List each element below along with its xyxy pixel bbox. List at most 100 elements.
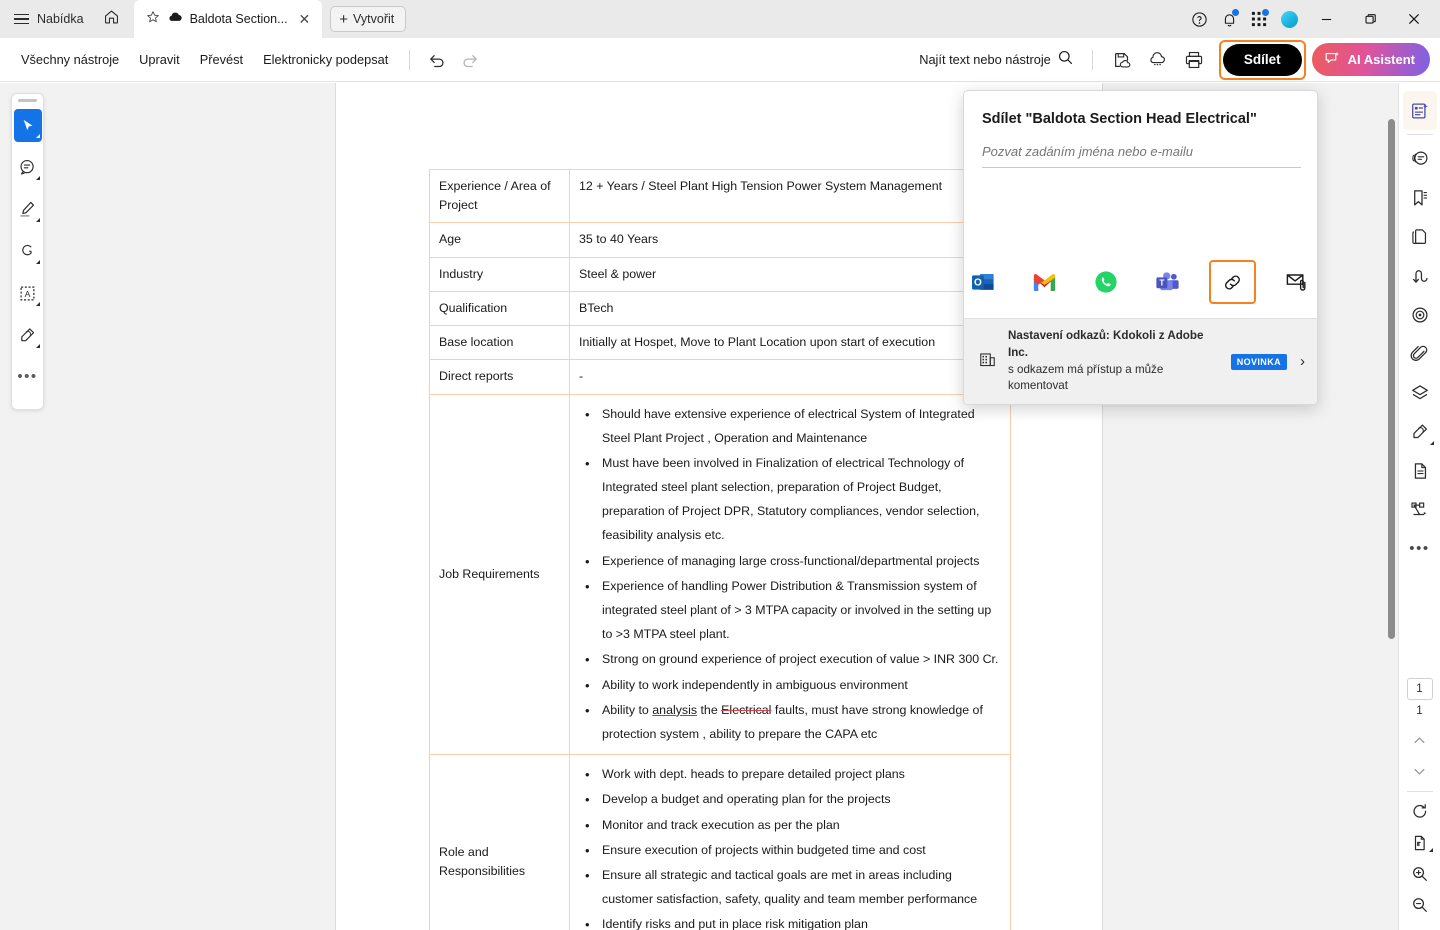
document-icon[interactable] (1403, 451, 1437, 490)
list-item: Should have extensive experience of elec… (579, 402, 1001, 450)
right-rail-more-button[interactable]: ••• (1403, 529, 1437, 568)
home-button[interactable] (94, 0, 130, 38)
page-up-icon[interactable] (1404, 725, 1436, 756)
zoom-out-icon[interactable] (1404, 889, 1436, 920)
list-item: Develop a budget and operating plan for … (579, 787, 1001, 813)
document-tab[interactable]: Baldota Section... ✕ (133, 0, 323, 38)
tool-convert[interactable]: Převést (191, 47, 252, 72)
row-value: BTech (569, 290, 1011, 327)
link-settings-text: Nastavení odkazů: Kdokoli z Adobe Inc. s… (1008, 328, 1220, 395)
comment-tool[interactable] (14, 151, 42, 184)
more-tools-label: ••• (17, 367, 38, 385)
text-select-tool[interactable]: A (14, 277, 42, 310)
toolbar-divider-2 (1091, 49, 1093, 70)
undo-icon[interactable] (422, 46, 450, 74)
list-item: Experience of handling Power Distributio… (579, 574, 1001, 647)
page-number-input[interactable]: 1 (1406, 678, 1433, 700)
chevron-right-icon[interactable]: › (1298, 353, 1305, 370)
organize-pages-icon[interactable] (1403, 217, 1437, 256)
page-total-label: 1 (1416, 705, 1423, 717)
convert-icon[interactable] (1403, 256, 1437, 295)
highlight-tool[interactable] (14, 193, 42, 226)
fill-sign-icon[interactable] (1403, 412, 1437, 451)
app-grid-icon[interactable] (1244, 0, 1274, 38)
email-attachment-icon[interactable] (1278, 262, 1317, 302)
share-button-highlight: Sdílet (1218, 39, 1306, 80)
redo-icon[interactable] (456, 46, 484, 74)
table-row: Base location Initially at Hospet, Move … (429, 325, 1011, 361)
row-value: Should have extensive experience of elec… (569, 393, 1011, 756)
link-settings-row[interactable]: Nastavení odkazů: Kdokoli z Adobe Inc. s… (964, 318, 1317, 405)
tab-title: Baldota Section... (189, 12, 288, 26)
vertical-scrollbar[interactable] (1388, 119, 1395, 639)
chevron-down-icon (1428, 848, 1433, 852)
tool-all-tools[interactable]: Všechny nástroje (12, 47, 128, 72)
outlook-icon[interactable]: O (964, 262, 1003, 302)
link-settings-label: Nastavení odkazů: (1008, 329, 1110, 342)
role-key-line2: Responsibilities (439, 864, 526, 879)
notifications-bell-icon[interactable] (1214, 0, 1244, 38)
create-button[interactable]: + Vytvořit (330, 6, 407, 32)
invite-input[interactable] (982, 144, 1301, 168)
rail-drag-handle[interactable] (18, 99, 37, 102)
chevron-down-icon (35, 134, 40, 138)
rotate-icon[interactable] (1404, 796, 1436, 827)
home-icon (103, 8, 120, 30)
avatar (1280, 10, 1298, 28)
list-item: Experience of managing large cross-funct… (579, 549, 1001, 575)
help-icon[interactable] (1184, 0, 1214, 38)
workflow-icon[interactable] (1403, 490, 1437, 529)
window-restore-button[interactable] (1348, 0, 1392, 38)
tab-close-icon[interactable]: ✕ (295, 12, 315, 26)
search-icon (1057, 49, 1074, 71)
more-tools-button[interactable]: ••• (14, 361, 42, 394)
copy-link-icon[interactable] (1208, 260, 1256, 304)
job-description-table: Experience / Area of Project 12 + Years … (429, 168, 1011, 930)
user-avatar[interactable] (1274, 0, 1304, 38)
save-to-cloud-icon[interactable] (1105, 43, 1139, 77)
chevron-down-icon (35, 344, 40, 348)
tool-edit[interactable]: Upravit (130, 47, 189, 72)
print-icon[interactable] (1177, 43, 1211, 77)
tool-esign[interactable]: Elektronicky podepsat (254, 47, 397, 72)
page-down-icon[interactable] (1404, 756, 1436, 787)
share-popover-body-space (964, 168, 1317, 260)
zoom-in-icon[interactable] (1404, 858, 1436, 889)
share-popover: Sdílet "Baldota Section Head Electrical"… (963, 90, 1318, 406)
whatsapp-icon[interactable] (1086, 262, 1125, 302)
chevron-down-icon (35, 218, 40, 222)
list-item: Must have been involved in Finalization … (579, 451, 1001, 548)
row-value: - (569, 359, 1011, 395)
table-row: Experience / Area of Project 12 + Years … (429, 168, 1011, 224)
window-minimize-button[interactable] (1304, 0, 1348, 38)
redact-tool[interactable] (14, 319, 42, 352)
table-row-role-responsibilities: Role and Responsibilities Work with dept… (429, 754, 1011, 930)
table-row-job-requirements: Job Requirements Should have extensive e… (429, 393, 1011, 756)
lasso-erase-tool[interactable] (14, 235, 42, 268)
comment-stack-icon[interactable] (1403, 139, 1437, 178)
gmail-icon[interactable] (1025, 262, 1064, 302)
list-item: Monitor and track execution as per the p… (579, 813, 1001, 839)
select-cursor-tool[interactable] (13, 109, 42, 142)
role-responsibilities-list: Work with dept. heads to prepare detaile… (579, 762, 1001, 930)
ai-assistant-label: AI Asistent (1347, 52, 1415, 67)
plus-icon: + (339, 10, 349, 28)
text-pre: Ability to (602, 702, 653, 717)
attachment-icon[interactable] (1403, 334, 1437, 373)
row-value: 35 to 40 Years (569, 222, 1011, 258)
cloud-icon (167, 10, 183, 28)
search-input[interactable]: Najít text nebo nástroje (913, 45, 1080, 75)
share-button[interactable]: Sdílet (1222, 43, 1302, 76)
layers-icon[interactable] (1403, 373, 1437, 412)
bookmark-icon[interactable] (1403, 178, 1437, 217)
menu-button[interactable]: Nabídka (0, 0, 94, 38)
ai-assistant-button[interactable]: AI Asistent (1311, 43, 1430, 76)
edit-pdf-icon[interactable] (1402, 91, 1437, 130)
window-close-button[interactable] (1392, 0, 1436, 38)
teams-icon[interactable]: T (1148, 262, 1187, 302)
fit-page-icon[interactable] (1404, 827, 1436, 858)
cloud-sync-icon[interactable] (1141, 43, 1175, 77)
star-icon[interactable] (146, 10, 160, 29)
target-scan-icon[interactable] (1403, 295, 1437, 334)
main-toolbar: Všechny nástroje Upravit Převést Elektro… (0, 38, 1440, 82)
